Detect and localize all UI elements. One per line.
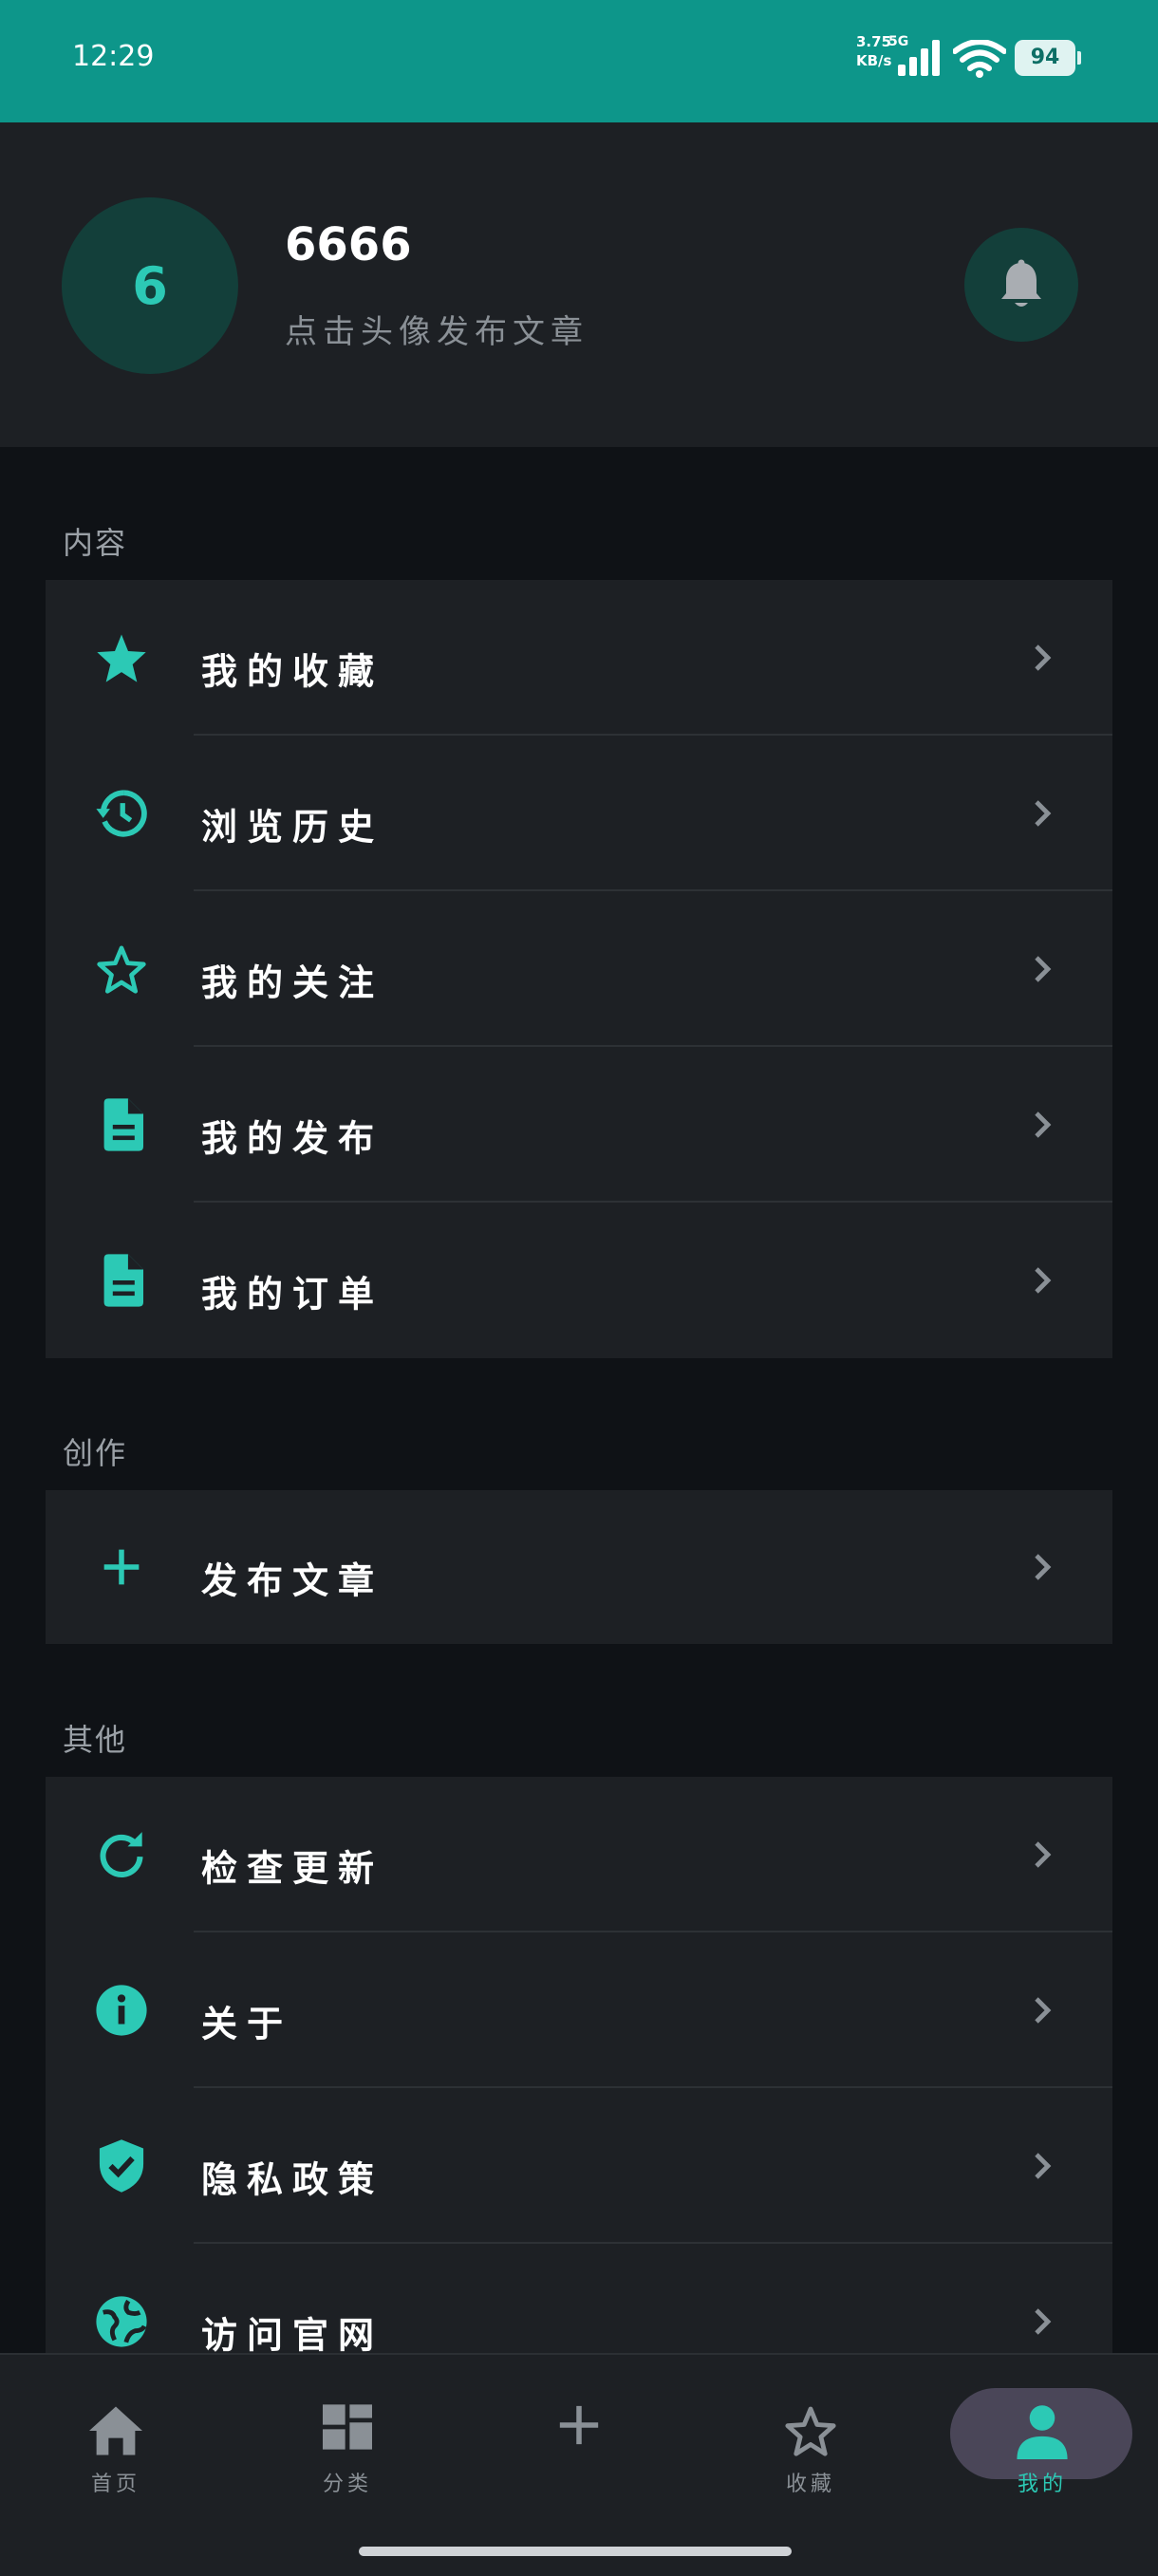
nav-item-add[interactable] bbox=[463, 2355, 695, 2545]
home-indicator bbox=[359, 2547, 792, 2556]
signal-icon bbox=[898, 40, 940, 76]
chevron-right-icon bbox=[1035, 644, 1052, 671]
star-outline-icon bbox=[93, 941, 150, 998]
menu-item-label: 浏览历史 bbox=[201, 806, 384, 849]
chevron-right-icon bbox=[1035, 2153, 1052, 2179]
section-title-content: 内容 bbox=[63, 525, 128, 561]
menu-item-publish-article[interactable]: 发布文章 bbox=[46, 1490, 1112, 1644]
chevron-right-icon bbox=[1035, 2308, 1052, 2335]
menu-item-check-update[interactable]: 检查更新 bbox=[46, 1777, 1112, 1932]
network-speed-unit: KB/s bbox=[856, 52, 892, 69]
username: 6666 bbox=[285, 218, 412, 271]
bell-icon bbox=[1001, 259, 1041, 307]
person-icon bbox=[1017, 2405, 1068, 2459]
menu-item-my-orders[interactable]: 我的订单 bbox=[46, 1203, 1112, 1358]
document-icon bbox=[93, 1096, 150, 1153]
nav-item-mine[interactable]: 我的 bbox=[926, 2355, 1158, 2545]
menu-item-history[interactable]: 浏览历史 bbox=[46, 736, 1112, 891]
nav-label: 我的 bbox=[1017, 2473, 1067, 2496]
avatar-hint: 点击头像发布文章 bbox=[285, 313, 588, 351]
nav-label: 收藏 bbox=[785, 2473, 835, 2496]
chevron-right-icon bbox=[1035, 1111, 1052, 1138]
star-outline-icon bbox=[785, 2406, 836, 2456]
profile-header: 6 6666 点击头像发布文章 bbox=[0, 122, 1158, 447]
menu-item-favorites[interactable]: 我的收藏 bbox=[46, 580, 1112, 736]
content-card: 我的收藏 浏览历史 我的关注 我的发布 我的订单 bbox=[46, 580, 1112, 1358]
nav-label: 分类 bbox=[322, 2473, 372, 2496]
home-icon bbox=[89, 2406, 142, 2455]
menu-item-about[interactable]: 关于 bbox=[46, 1932, 1112, 2088]
info-icon bbox=[93, 1982, 150, 2039]
avatar[interactable]: 6 bbox=[62, 197, 238, 374]
nav-label: 首页 bbox=[90, 2473, 140, 2496]
bottom-nav: 首页 分类 收藏 我的 bbox=[0, 2353, 1158, 2576]
history-icon bbox=[93, 785, 150, 842]
status-time: 12:29 bbox=[72, 40, 155, 73]
chevron-right-icon bbox=[1035, 1841, 1052, 1868]
chevron-right-icon bbox=[1035, 1267, 1052, 1294]
status-bar: 12:29 3.75 5G KB/s 94 bbox=[0, 0, 1158, 122]
battery-icon: 94 bbox=[1015, 40, 1081, 76]
other-card: 检查更新 关于 隐私政策 访问官网 bbox=[46, 1777, 1112, 2399]
create-card: 发布文章 bbox=[46, 1490, 1112, 1644]
menu-item-label: 我的关注 bbox=[201, 961, 384, 1004]
wifi-icon bbox=[953, 40, 1006, 78]
nav-item-home[interactable]: 首页 bbox=[0, 2355, 232, 2545]
nav-item-category[interactable]: 分类 bbox=[232, 2355, 463, 2545]
notification-button[interactable] bbox=[964, 228, 1078, 342]
menu-item-label: 我的发布 bbox=[201, 1117, 384, 1160]
category-icon bbox=[323, 2404, 372, 2450]
plus-icon bbox=[93, 1539, 150, 1596]
chevron-right-icon bbox=[1035, 1997, 1052, 2024]
section-title-other: 其他 bbox=[63, 1722, 128, 1758]
shield-check-icon bbox=[93, 2137, 150, 2194]
menu-item-label: 访问官网 bbox=[201, 2314, 384, 2357]
menu-item-label: 检查更新 bbox=[201, 1847, 384, 1890]
chevron-right-icon bbox=[1035, 1554, 1052, 1580]
menu-item-label: 关于 bbox=[201, 2003, 293, 2045]
refresh-icon bbox=[93, 1826, 150, 1883]
section-title-create: 创作 bbox=[63, 1435, 128, 1471]
document-icon bbox=[93, 1252, 150, 1309]
menu-item-label: 我的订单 bbox=[201, 1273, 384, 1316]
star-filled-icon bbox=[93, 629, 150, 686]
menu-item-label: 隐私政策 bbox=[201, 2158, 384, 2201]
menu-item-label: 我的收藏 bbox=[201, 650, 384, 693]
nav-item-favorites[interactable]: 收藏 bbox=[695, 2355, 926, 2545]
menu-item-following[interactable]: 我的关注 bbox=[46, 891, 1112, 1047]
menu-item-privacy-policy[interactable]: 隐私政策 bbox=[46, 2088, 1112, 2244]
menu-item-label: 发布文章 bbox=[201, 1559, 384, 1602]
menu-item-my-posts[interactable]: 我的发布 bbox=[46, 1047, 1112, 1203]
globe-icon bbox=[93, 2293, 150, 2350]
chevron-right-icon bbox=[1035, 800, 1052, 827]
chevron-right-icon bbox=[1035, 956, 1052, 982]
plus-icon bbox=[559, 2405, 599, 2445]
network-speed-value: 3.75 bbox=[856, 33, 892, 50]
